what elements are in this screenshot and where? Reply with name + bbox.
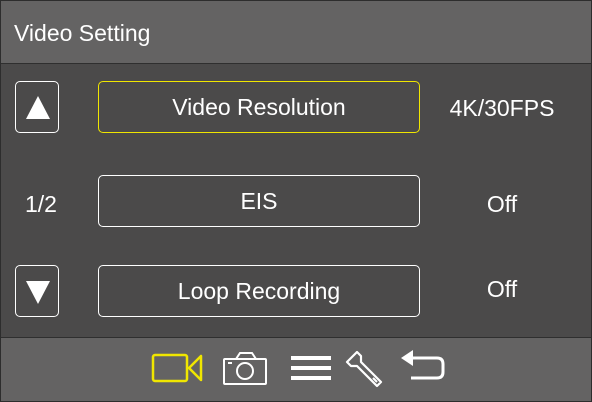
page-title: Video Setting xyxy=(14,20,151,46)
menu-item-label: Loop Recording xyxy=(177,277,341,304)
header-bar: Video Setting xyxy=(1,1,591,63)
eis-value: Off xyxy=(486,191,518,217)
arrow-up-icon xyxy=(26,96,50,119)
scroll-down-button[interactable] xyxy=(15,265,59,317)
tab-menu[interactable] xyxy=(289,348,333,393)
menu-item-label: Video Resolution xyxy=(172,93,346,120)
video-camera-icon xyxy=(151,353,203,383)
page-indicator: 1/2 xyxy=(25,191,57,217)
menu-item-loop-recording[interactable]: Loop Recording xyxy=(98,265,420,317)
arrow-down-icon xyxy=(26,281,50,304)
menu-item-eis[interactable]: EIS xyxy=(98,175,420,227)
tab-tools[interactable] xyxy=(345,348,389,397)
tab-photo[interactable] xyxy=(222,348,270,393)
footer-tab-bar xyxy=(1,338,591,401)
loop-recording-value: Off xyxy=(486,276,518,302)
scroll-up-button[interactable] xyxy=(15,81,59,133)
video-resolution-value: 4K/30FPS xyxy=(449,95,555,121)
menu-item-label: EIS xyxy=(240,187,278,214)
return-icon xyxy=(401,350,445,380)
settings-list: Video Resolution 4K/30FPS 1/2 EIS Off Lo… xyxy=(1,64,591,336)
menu-icon xyxy=(291,356,331,380)
menu-item-video-resolution[interactable]: Video Resolution xyxy=(98,81,420,133)
wrench-icon xyxy=(345,350,383,388)
tab-video[interactable] xyxy=(151,348,205,393)
tab-back[interactable] xyxy=(399,348,449,393)
camera-icon xyxy=(223,352,267,385)
